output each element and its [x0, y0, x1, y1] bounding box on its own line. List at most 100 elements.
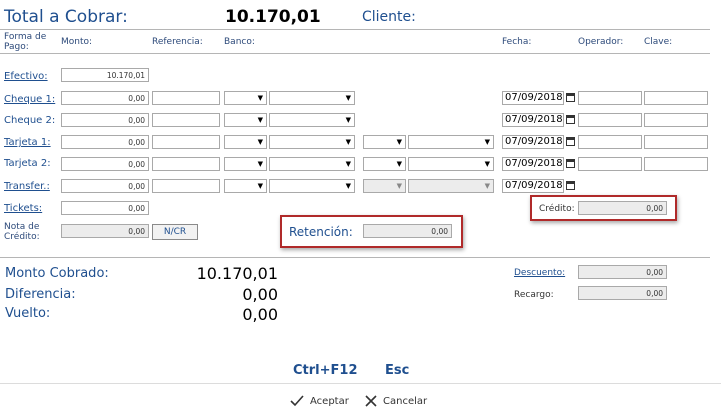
ncr-button[interactable]: N/CR: [152, 224, 198, 240]
cheque1-banco-select-b[interactable]: ▼: [269, 91, 355, 105]
recargo-input[interactable]: 0,00: [578, 286, 667, 300]
descuento-input[interactable]: 0,00: [578, 265, 667, 279]
close-icon: [365, 395, 377, 407]
tarjeta1-label[interactable]: Tarjeta 1:: [4, 137, 51, 148]
cheque2-monto-input[interactable]: 0,00: [61, 113, 149, 127]
cheque2-fecha-input[interactable]: 07/09/2018: [502, 113, 564, 127]
chevron-down-icon: ▼: [484, 182, 490, 190]
nota-credito-monto-input: 0,00: [61, 224, 149, 238]
tarjeta1-referencia-input[interactable]: [152, 135, 220, 149]
transfer-fecha-input[interactable]: 07/09/2018: [502, 179, 564, 193]
col-forma-de-pago: Forma de Pago:: [4, 32, 47, 52]
chevron-down-icon: ▼: [257, 182, 263, 190]
cheque2-referencia-input[interactable]: [152, 113, 220, 127]
chevron-down-icon: ▼: [257, 116, 263, 124]
accept-button[interactable]: Aceptar: [289, 392, 349, 410]
transfer-tipo-select-a: ▼: [363, 179, 406, 193]
chevron-down-icon: ▼: [345, 116, 351, 124]
cheque2-banco-select-a[interactable]: ▼: [224, 113, 267, 127]
chevron-down-icon: ▼: [345, 182, 351, 190]
chevron-down-icon: ▼: [345, 138, 351, 146]
cheque1-fecha-input[interactable]: 07/09/2018: [502, 91, 564, 105]
credito-label: Crédito:: [539, 204, 575, 214]
col-monto: Monto:: [61, 37, 93, 47]
monto-cobrado-value: 10.170,01: [196, 264, 278, 283]
transfer-referencia-input[interactable]: [152, 179, 220, 193]
tarjeta2-tipo-select-b[interactable]: ▼: [408, 157, 494, 171]
tarjeta2-banco-select-a[interactable]: ▼: [224, 157, 267, 171]
tarjeta2-tipo-select-a[interactable]: ▼: [363, 157, 406, 171]
tarjeta2-operador-input[interactable]: [578, 157, 642, 171]
chevron-down-icon: ▼: [484, 138, 490, 146]
tarjeta2-clave-input[interactable]: [644, 157, 708, 171]
check-icon: [290, 395, 304, 407]
cheque2-banco-select-b[interactable]: ▼: [269, 113, 355, 127]
tarjeta1-banco-select-a[interactable]: ▼: [224, 135, 267, 149]
calendar-icon[interactable]: [566, 93, 575, 102]
vuelto-label: Vuelto:: [5, 306, 51, 321]
tarjeta2-fecha-input[interactable]: 07/09/2018: [502, 157, 564, 171]
tarjeta1-tipo-select-a[interactable]: ▼: [363, 135, 406, 149]
calendar-icon[interactable]: [566, 181, 575, 190]
cheque1-clave-input[interactable]: [644, 91, 708, 105]
cheque2-clave-input[interactable]: [644, 113, 708, 127]
chevron-down-icon: ▼: [396, 182, 402, 190]
transfer-monto-input[interactable]: 0,00: [61, 179, 149, 193]
transfer-banco-select-a[interactable]: ▼: [224, 179, 267, 193]
tarjeta1-fecha-input[interactable]: 07/09/2018: [502, 135, 564, 149]
calendar-icon[interactable]: [566, 159, 575, 168]
retencion-input[interactable]: 0,00: [363, 224, 452, 238]
chevron-down-icon: ▼: [257, 160, 263, 168]
efectivo-monto-input[interactable]: 10.170,01: [61, 68, 149, 82]
tickets-label[interactable]: Tickets:: [4, 203, 42, 214]
tarjeta2-banco-select-b[interactable]: ▼: [269, 157, 355, 171]
col-operador: Operador:: [578, 37, 624, 47]
chevron-down-icon: ▼: [396, 160, 402, 168]
cheque1-referencia-input[interactable]: [152, 91, 220, 105]
chevron-down-icon: ▼: [396, 138, 402, 146]
cheque1-operador-input[interactable]: [578, 91, 642, 105]
tarjeta1-clave-input[interactable]: [644, 135, 708, 149]
cheque1-banco-select-a[interactable]: ▼: [224, 91, 267, 105]
calendar-icon[interactable]: [566, 115, 575, 124]
tickets-monto-input[interactable]: 0,00: [61, 201, 149, 215]
monto-cobrado-label: Monto Cobrado:: [5, 266, 109, 281]
diferencia-value: 0,00: [242, 285, 278, 304]
calendar-icon[interactable]: [566, 137, 575, 146]
cancel-shortcut: Esc: [385, 363, 410, 378]
accept-label: Aceptar: [310, 395, 349, 407]
transfer-label[interactable]: Transfer.:: [4, 181, 50, 192]
tarjeta1-monto-input[interactable]: 0,00: [61, 135, 149, 149]
credito-input[interactable]: 0,00: [578, 201, 667, 215]
cliente-label: Cliente:: [362, 9, 416, 25]
chevron-down-icon: ▼: [484, 160, 490, 168]
col-referencia: Referencia:: [152, 37, 203, 47]
tarjeta2-monto-input[interactable]: 0,00: [61, 157, 149, 171]
tarjeta1-operador-input[interactable]: [578, 135, 642, 149]
diferencia-label: Diferencia:: [5, 287, 76, 302]
cancel-button[interactable]: Cancelar: [364, 392, 427, 410]
chevron-down-icon: ▼: [345, 94, 351, 102]
total-label: Total a Cobrar:: [4, 7, 128, 27]
cheque2-label: Cheque 2:: [4, 115, 56, 126]
transfer-banco-select-b[interactable]: ▼: [269, 179, 355, 193]
tarjeta2-referencia-input[interactable]: [152, 157, 220, 171]
chevron-down-icon: ▼: [345, 160, 351, 168]
nota-credito-label: Nota de Crédito:: [4, 222, 40, 242]
cheque2-operador-input[interactable]: [578, 113, 642, 127]
chevron-down-icon: ▼: [257, 138, 263, 146]
accept-shortcut: Ctrl+F12: [293, 363, 358, 378]
col-banco: Banco:: [224, 37, 255, 47]
total-value: 10.170,01: [225, 7, 321, 27]
tarjeta1-banco-select-b[interactable]: ▼: [269, 135, 355, 149]
tarjeta1-tipo-select-b[interactable]: ▼: [408, 135, 494, 149]
efectivo-label[interactable]: Efectivo:: [4, 71, 48, 82]
cheque1-monto-input[interactable]: 0,00: [61, 91, 149, 105]
col-fecha: Fecha:: [502, 37, 532, 47]
descuento-label[interactable]: Descuento:: [514, 268, 565, 278]
tarjeta2-label: Tarjeta 2:: [4, 158, 51, 169]
cancel-label: Cancelar: [383, 395, 428, 407]
vuelto-value: 0,00: [242, 305, 278, 324]
recargo-label: Recargo:: [514, 290, 554, 300]
cheque1-label[interactable]: Cheque 1:: [4, 94, 55, 105]
